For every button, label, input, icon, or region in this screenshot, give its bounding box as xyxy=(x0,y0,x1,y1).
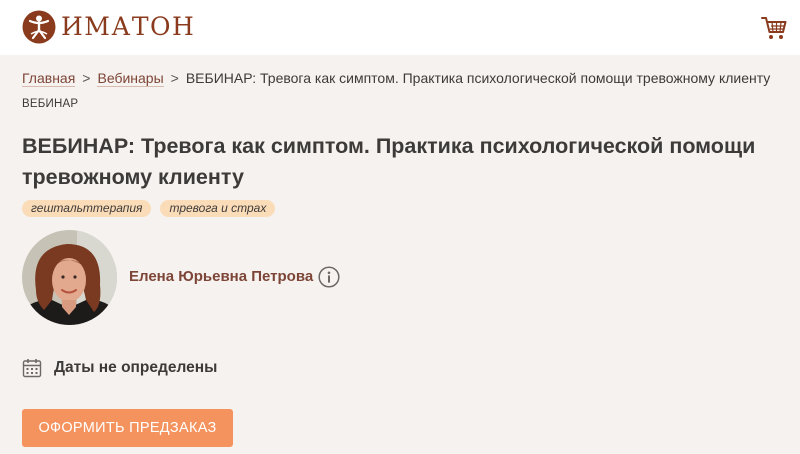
breadcrumb-current: ВЕБИНАР: Тревога как симптом. Практика п… xyxy=(185,70,771,86)
calendar-icon xyxy=(22,359,42,378)
author-avatar[interactable] xyxy=(22,230,117,325)
site-header: ИМАТОН xyxy=(0,0,800,55)
author-name[interactable]: Елена Юрьевна Петрова xyxy=(129,267,313,287)
dates-text: Даты не определены xyxy=(54,359,218,376)
tag-gestalt-therapy[interactable]: гештальттерапия xyxy=(22,200,152,217)
category-label: ВЕБИНАР xyxy=(22,98,79,110)
author-photo xyxy=(22,230,117,325)
breadcrumb-link-webinars[interactable]: Вебинары xyxy=(97,70,164,87)
tag-anxiety-and-fear[interactable]: тревога и страх xyxy=(160,200,276,217)
breadcrumb-separator: > xyxy=(82,70,91,86)
cart-icon[interactable] xyxy=(760,14,788,42)
info-icon[interactable] xyxy=(318,266,340,288)
tag-list: гештальттерапия тревога и страх xyxy=(22,200,276,217)
dates-row: Даты не определены xyxy=(22,358,217,378)
preorder-button[interactable]: ОФОРМИТЬ ПРЕДЗАКАЗ xyxy=(22,409,233,447)
imaton-logo-icon xyxy=(22,10,56,44)
site-logo[interactable]: ИМАТОН xyxy=(22,10,195,44)
page-title: ВЕБИНАР: Тревога как симптом. Практика п… xyxy=(22,134,756,189)
breadcrumb-separator: > xyxy=(170,70,179,86)
breadcrumb-link-home[interactable]: Главная xyxy=(22,70,76,87)
logo-text: ИМАТОН xyxy=(61,12,196,41)
breadcrumb: Главная > Вебинары > ВЕБИНАР: Тревога как си… xyxy=(22,69,792,87)
